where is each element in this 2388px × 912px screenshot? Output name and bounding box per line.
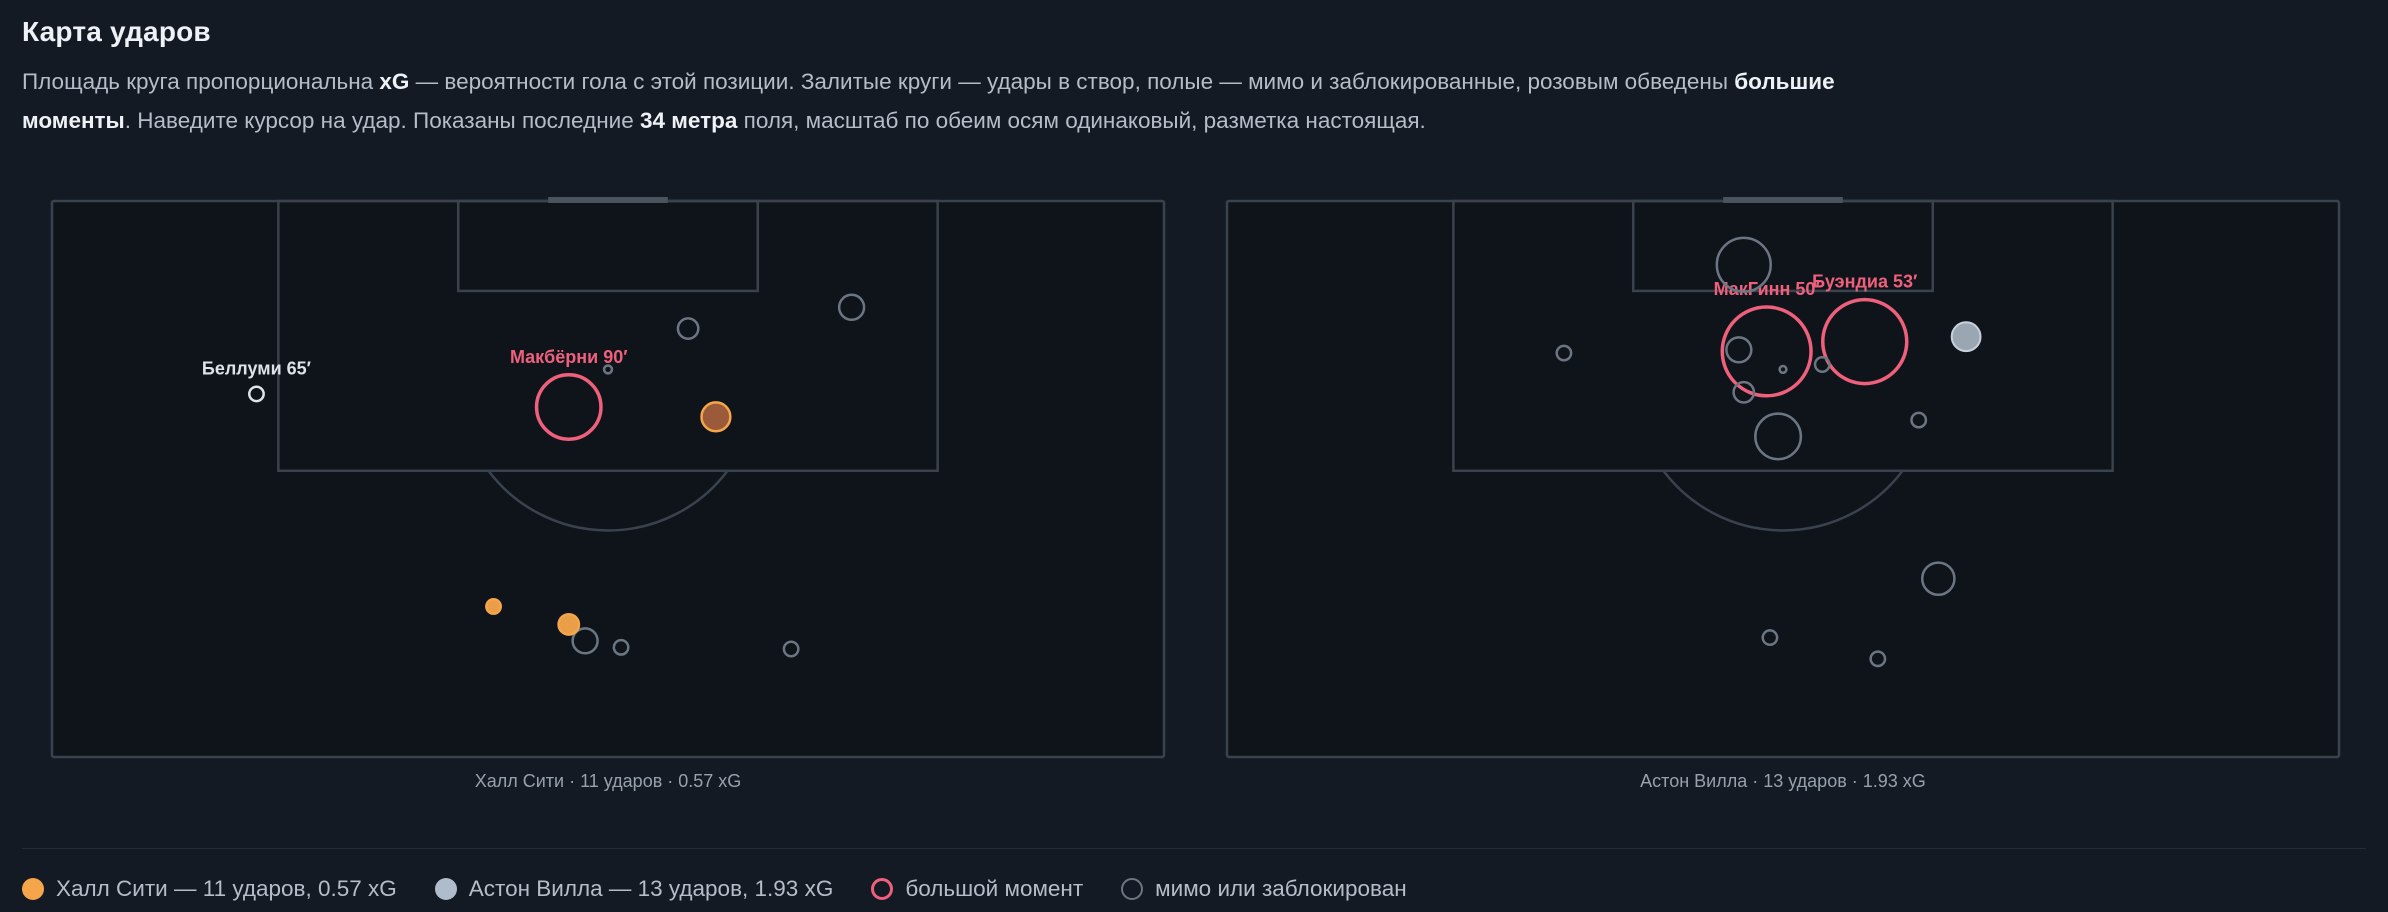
legend-hull-label: Халл Сити — 11 ударов, 0.57 xG	[56, 876, 397, 901]
legend-item-villa: Астон Вилла — 13 ударов, 1.93 xG	[434, 876, 834, 902]
divider	[22, 848, 2366, 849]
shot-circle	[700, 401, 732, 433]
miss-ring-icon	[1121, 878, 1144, 900]
pitch-outline	[50, 199, 1166, 759]
shot-circle	[557, 613, 581, 636]
shot-maps: Халл Сити · 11 ударов · 0.57 xG Макбёрни …	[50, 197, 2341, 791]
legend-item-miss: мимо или заблокирован	[1121, 876, 1407, 902]
pitch-villa: Астон Вилла · 13 ударов · 1.93 xGМакГинн…	[1225, 197, 2341, 791]
hull-swatch-icon	[22, 878, 44, 900]
legend-item-hull: Халл Сити — 11 ударов, 0.57 xG	[22, 876, 397, 902]
shot-label: Буэндиа 53′	[1812, 272, 1917, 292]
pitch-caption: Халл Сити · 11 ударов · 0.57 xG	[475, 771, 742, 791]
legend-miss-label: мимо или заблокирован	[1155, 876, 1407, 901]
legend-big-label: большой момент	[905, 876, 1084, 901]
shot-label: Беллуми 65′	[202, 359, 311, 379]
shot-circle	[485, 598, 502, 615]
shot-label: Макбёрни 90′	[510, 347, 628, 367]
pitch-hull: Халл Сити · 11 ударов · 0.57 xG Макбёрни …	[50, 197, 1166, 791]
legend-item-big-chance: большой момент	[871, 876, 1083, 902]
big-chance-ring-icon	[871, 878, 894, 900]
legend: Халл Сити — 11 ударов, 0.57 xG Астон Вил…	[22, 876, 1407, 902]
villa-swatch-icon	[434, 878, 457, 900]
shot-circle	[1950, 321, 1982, 353]
legend-villa-label: Астон Вилла — 13 ударов, 1.93 xG	[468, 876, 834, 901]
pitch-caption: Астон Вилла · 13 ударов · 1.93 xG	[1640, 771, 1926, 791]
